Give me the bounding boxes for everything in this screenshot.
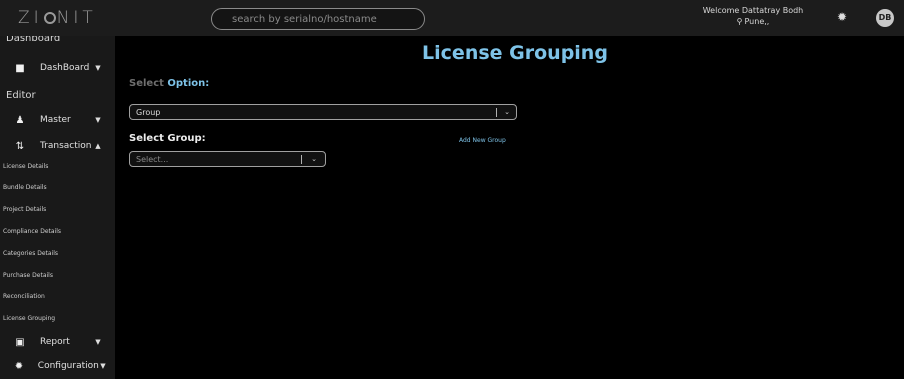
location-pin-icon: ⚲ [736,17,743,26]
sidebar-heading-dashboard: Dashboard [6,36,61,44]
chevron-up-icon: ▲ [95,142,101,150]
top-bar: ZI NIT Welcome Dattatray Bodh ⚲Pune,, ✹ D… [0,0,904,36]
add-new-group-link[interactable]: Add New Group [459,137,506,144]
sidebar-link-license-details[interactable]: License Details [3,163,48,170]
sidebar-item-dashboard[interactable]: ■ DashBoard ▼ [0,59,115,77]
sidebar-link-project-details[interactable]: Project Details [3,206,46,213]
logo-text-left: ZI [18,8,43,28]
search-input[interactable] [211,8,425,30]
page-title: License Grouping [422,42,608,64]
welcome-text: Welcome Dattatray Bodh [702,6,804,15]
avatar[interactable]: DB [876,9,894,27]
chevron-down-icon: ▼ [95,116,101,124]
user-location: ⚲ Pune,, [693,16,813,27]
select-option-accent: Option: [167,78,210,89]
option-select-value: Group [136,108,161,117]
sidebar-item-configuration[interactable]: ✹ Configuration ▼ [0,357,115,375]
logo-circle-icon [43,12,56,24]
gear-icon: ✹ [14,360,24,372]
sidebar-heading-editor: Editor [6,90,36,101]
sidebar-item-label: DashBoard [40,63,90,73]
sidebar-item-master[interactable]: ♟ Master ▼ [0,111,115,129]
logo-text-right: NIT [56,8,97,28]
group-select-placeholder: Select... [136,155,169,164]
select-separator [496,108,497,117]
sidebar-item-report[interactable]: ▣ Report ▼ [0,333,115,351]
sidebar-link-compliance-details[interactable]: Compliance Details [3,228,61,235]
sidebar-link-categories-details[interactable]: Categories Details [3,250,58,257]
sidebar-link-bundle-details[interactable]: Bundle Details [3,184,47,191]
zionit-logo[interactable]: ZI NIT [18,8,97,28]
group-select[interactable]: Select... ⌄ [129,151,326,167]
option-select[interactable]: Group ⌄ [129,104,517,120]
select-option-label: Select Option: [129,78,209,89]
chevron-down-icon[interactable]: ⌄ [504,108,510,116]
chevron-down-icon: ▼ [95,338,101,346]
sidebar-item-label: Transaction [40,141,92,151]
select-separator [301,155,302,164]
sidebar-link-purchase-details[interactable]: Purchase Details [3,272,53,279]
chevron-down-icon[interactable]: ⌄ [311,155,317,163]
sidebar-item-label: Master [40,115,71,125]
grid-icon: ■ [15,62,25,74]
location-text: Pune,, [744,17,770,26]
sidebar-item-label: Report [40,337,70,347]
report-icon: ▣ [15,336,25,348]
main-content: License Grouping Select Option: Group ⌄ … [115,36,904,379]
chevron-down-icon: ▼ [95,64,101,72]
sidebar-item-label: Configuration [37,361,99,371]
sidebar-link-license-grouping[interactable]: License Grouping [3,315,55,322]
settings-gear-icon[interactable]: ✹ [836,11,848,23]
sidebar-link-reconciliation[interactable]: Reconciliation [3,293,45,300]
chevron-down-icon: ▼ [100,362,106,370]
sidebar-item-transaction[interactable]: ⇅ Transaction ▲ [0,137,115,155]
users-icon: ♟ [15,114,25,126]
select-option-prefix: Select [129,78,164,89]
transfer-icon: ⇅ [15,140,25,152]
sidebar: Dashboard ■ DashBoard ▼ Editor ♟ Master … [0,36,115,379]
select-group-label: Select Group: [129,133,206,144]
user-welcome: Welcome Dattatray Bodh ⚲ Pune,, [693,5,813,27]
